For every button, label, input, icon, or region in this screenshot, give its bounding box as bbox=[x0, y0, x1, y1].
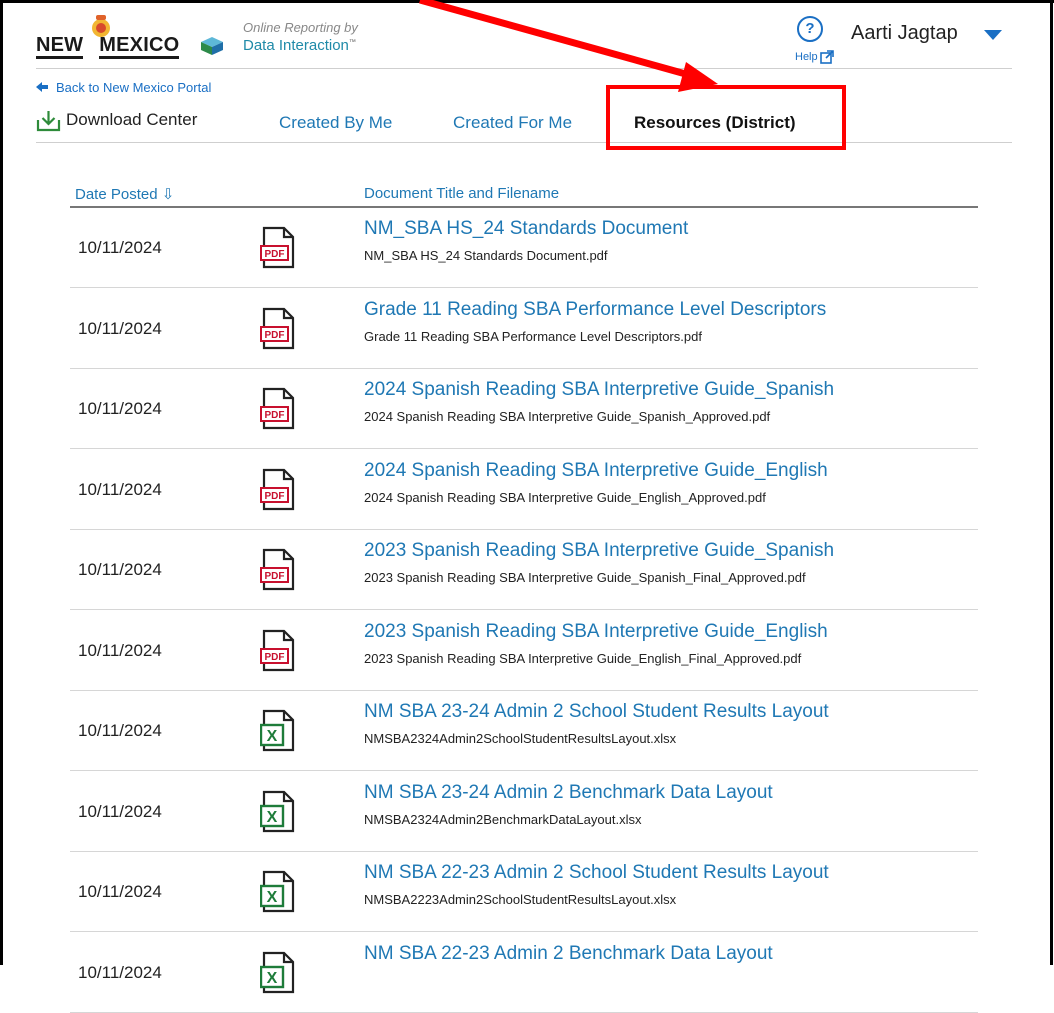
date-posted: 10/11/2024 bbox=[78, 882, 162, 901]
date-posted: 10/11/2024 bbox=[78, 560, 162, 579]
svg-text:X: X bbox=[267, 728, 278, 745]
date-posted: 10/11/2024 bbox=[78, 238, 162, 257]
document-filename: NM_SBA HS_24 Standards Document.pdf bbox=[364, 248, 608, 263]
document-title-link[interactable]: NM SBA 22-23 Admin 2 School Student Resu… bbox=[364, 862, 829, 884]
document-title-link[interactable]: 2023 Spanish Reading SBA Interpretive Gu… bbox=[364, 540, 834, 562]
header-divider bbox=[36, 68, 1012, 69]
back-to-portal-link[interactable]: Back to New Mexico Portal bbox=[36, 80, 211, 95]
excel-file-icon[interactable]: X bbox=[260, 709, 296, 753]
download-icon bbox=[36, 111, 61, 132]
table-row[interactable]: 10/11/2024 PDF NM_SBA HS_24 Standards Docu… bbox=[70, 208, 978, 288]
external-link-icon bbox=[820, 50, 834, 64]
online-reporting-label: Online Reporting by bbox=[243, 20, 358, 35]
pdf-file-icon[interactable]: PDF bbox=[260, 226, 296, 270]
frame-border-left bbox=[0, 0, 3, 965]
date-posted: 10/11/2024 bbox=[78, 962, 162, 982]
table-row[interactable]: 10/11/2024 X NM SBA 22-23 Admin 2 Benchmar… bbox=[70, 933, 978, 1013]
document-filename: 2023 Spanish Reading SBA Interpretive Gu… bbox=[364, 650, 802, 666]
trademark-mark: ™ bbox=[348, 39, 356, 46]
date-posted: 10/11/2024 bbox=[78, 479, 162, 499]
caret-down-icon[interactable] bbox=[984, 30, 1002, 40]
document-filename: NMSBA2223Admin2SchoolStudentResultsLayou… bbox=[364, 892, 677, 907]
frame-border-top bbox=[0, 0, 1054, 3]
column-header-document-title[interactable]: Document Title and Filename bbox=[364, 185, 559, 202]
tab-created-by-me[interactable]: Created By Me bbox=[279, 113, 392, 133]
date-posted: 10/11/2024 bbox=[78, 318, 162, 338]
logo-wordmark: NEW MEXICO bbox=[36, 34, 180, 59]
svg-text:PDF: PDF bbox=[265, 652, 285, 663]
pdf-file-icon[interactable]: PDF bbox=[260, 387, 296, 431]
document-filename: 2024 Spanish Reading SBA Interpretive Gu… bbox=[364, 489, 766, 505]
help-question-icon: ? bbox=[797, 16, 823, 42]
help-label: Help bbox=[795, 51, 818, 63]
table-row[interactable]: 10/11/2024 PDF 2023 Spanish Reading SBA In… bbox=[70, 530, 978, 610]
table-row[interactable]: 10/11/2024 PDF 2024 Spanish Reading SBA In… bbox=[70, 450, 978, 530]
document-title-link[interactable]: NM SBA 23-24 Admin 2 School Student Resu… bbox=[364, 701, 829, 723]
document-title-link[interactable]: Grade 11 Reading SBA Performance Level D… bbox=[364, 299, 826, 321]
svg-text:X: X bbox=[267, 970, 278, 987]
tabs-divider bbox=[36, 142, 1012, 143]
help-button[interactable]: ? Help bbox=[795, 16, 837, 64]
svg-text:PDF: PDF bbox=[265, 571, 285, 582]
pdf-file-icon[interactable]: PDF bbox=[260, 629, 296, 673]
tab-created-for-me[interactable]: Created For Me bbox=[453, 113, 572, 133]
table-row[interactable]: 10/11/2024 PDF 2024 Spanish Reading SBA In… bbox=[70, 369, 978, 449]
date-posted: 10/11/2024 bbox=[78, 721, 162, 740]
svg-text:PDF: PDF bbox=[265, 410, 285, 421]
logo-mexico-text: MEXICO bbox=[99, 34, 180, 59]
date-posted: 10/11/2024 bbox=[78, 801, 162, 821]
new-mexico-logo[interactable]: NEW MEXICO bbox=[36, 14, 241, 60]
document-title-link[interactable]: NM_SBA HS_24 Standards Document bbox=[364, 218, 688, 240]
pdf-file-icon[interactable]: PDF bbox=[260, 468, 296, 512]
document-filename: 2023 Spanish Reading SBA Interpretive Gu… bbox=[364, 570, 806, 585]
table-row[interactable]: 10/11/2024 PDF 2023 Spanish Reading SBA In… bbox=[70, 611, 978, 691]
document-title-link[interactable]: 2023 Spanish Reading SBA Interpretive Gu… bbox=[364, 621, 828, 643]
svg-text:PDF: PDF bbox=[265, 330, 285, 341]
table-row[interactable]: 10/11/2024 PDF Grade 11 Reading SBA Perfor… bbox=[70, 289, 978, 369]
document-filename: NMSBA2324Admin2SchoolStudentResultsLayou… bbox=[364, 731, 677, 746]
excel-file-icon[interactable]: X bbox=[260, 790, 296, 834]
column-header-date-posted[interactable]: Date Posted ⇩ bbox=[75, 185, 174, 203]
svg-text:X: X bbox=[267, 889, 278, 906]
pdf-file-icon[interactable]: PDF bbox=[260, 307, 296, 351]
arrow-left-icon bbox=[36, 82, 48, 92]
table-row[interactable]: 10/11/2024 X NM SBA 23-24 Admin 2 School S… bbox=[70, 691, 978, 771]
cube-icon bbox=[201, 37, 223, 55]
table-row[interactable]: 10/11/2024 X NM SBA 23-24 Admin 2 Benchmar… bbox=[70, 772, 978, 852]
logo-new-text: NEW bbox=[36, 34, 84, 59]
data-interaction-label: Data Interaction™ bbox=[243, 37, 356, 54]
svg-text:PDF: PDF bbox=[265, 249, 285, 260]
frame-border-right bbox=[1050, 0, 1053, 965]
download-center-title: Download Center bbox=[66, 110, 198, 129]
data-interaction-text: Data Interaction bbox=[243, 37, 349, 54]
document-title-link[interactable]: NM SBA 22-23 Admin 2 Benchmark Data Layo… bbox=[364, 943, 773, 965]
document-filename: Grade 11 Reading SBA Performance Level D… bbox=[364, 328, 702, 344]
document-filename: 2024 Spanish Reading SBA Interpretive Gu… bbox=[364, 409, 771, 424]
document-title-link[interactable]: 2024 Spanish Reading SBA Interpretive Gu… bbox=[364, 379, 834, 401]
date-posted: 10/11/2024 bbox=[78, 640, 162, 660]
document-title-link[interactable]: 2024 Spanish Reading SBA Interpretive Gu… bbox=[364, 460, 828, 482]
svg-text:X: X bbox=[267, 809, 278, 826]
app-window: NEW MEXICO Online Reporting by Data Inter… bbox=[0, 0, 1054, 1013]
document-title-link[interactable]: NM SBA 23-24 Admin 2 Benchmark Data Layo… bbox=[364, 782, 773, 804]
user-menu[interactable]: Aarti Jagtap bbox=[851, 22, 958, 45]
pdf-file-icon[interactable]: PDF bbox=[260, 548, 296, 592]
table-row[interactable]: 10/11/2024 X NM SBA 22-23 Admin 2 School S… bbox=[70, 852, 978, 932]
date-posted: 10/11/2024 bbox=[78, 399, 162, 418]
annotation-highlight-box bbox=[606, 85, 846, 150]
excel-file-icon[interactable]: X bbox=[260, 870, 296, 914]
back-link-label: Back to New Mexico Portal bbox=[56, 80, 212, 95]
document-filename: NMSBA2324Admin2BenchmarkDataLayout.xlsx bbox=[364, 811, 642, 827]
svg-text:PDF: PDF bbox=[265, 491, 285, 502]
excel-file-icon[interactable]: X bbox=[260, 951, 296, 995]
